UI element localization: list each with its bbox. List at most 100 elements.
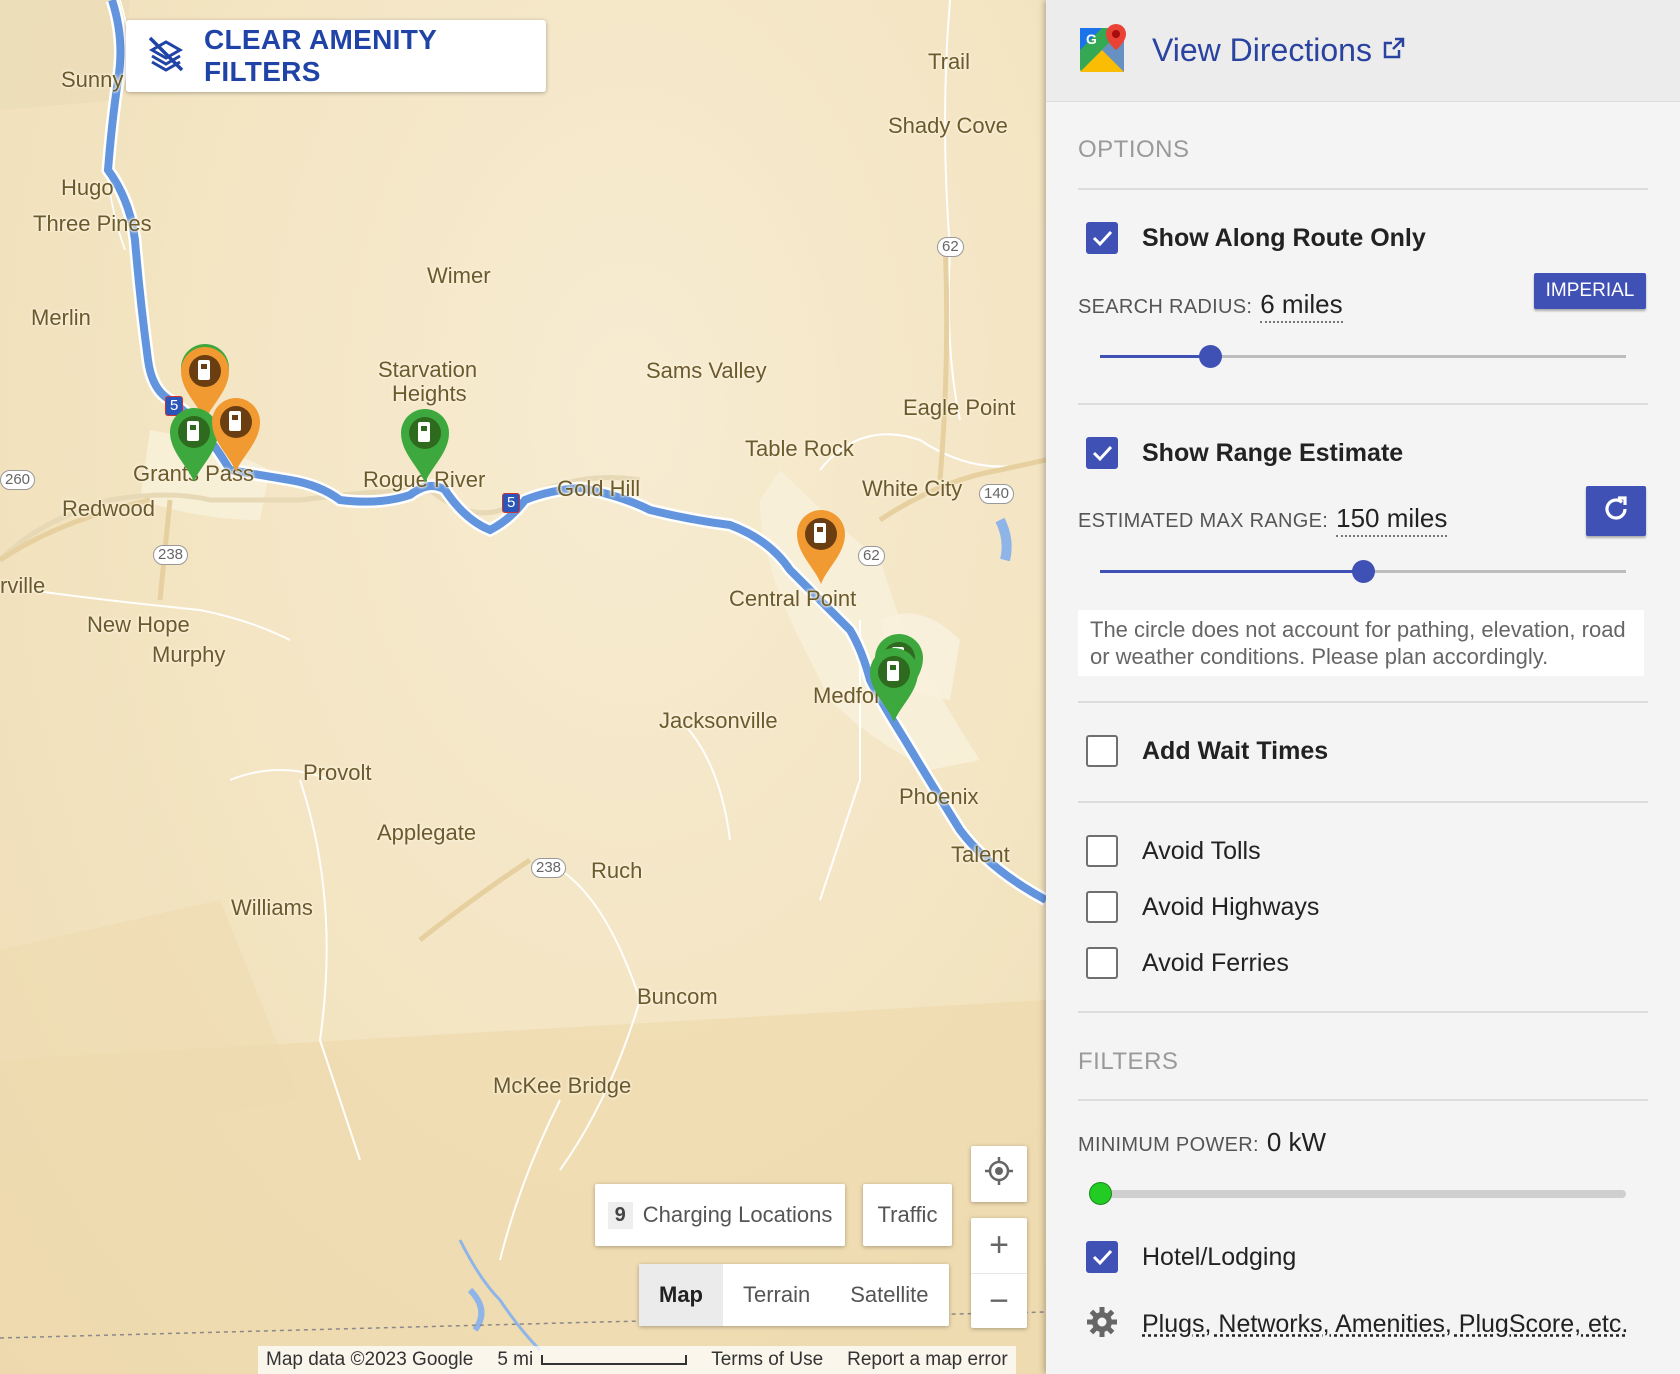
search-radius-slider[interactable]	[1100, 345, 1626, 368]
divider	[1078, 1011, 1648, 1013]
external-link-icon	[1382, 36, 1406, 65]
charging-pin-orange[interactable]	[208, 394, 264, 474]
map-type-terrain[interactable]: Terrain	[723, 1264, 830, 1326]
show-along-route-checkbox[interactable]: Show Along Route Only	[1086, 222, 1426, 254]
max-range-slider-fill	[1100, 570, 1363, 573]
map-type-map[interactable]: Map	[639, 1264, 723, 1326]
scale-bar	[541, 1355, 688, 1365]
range-disclaimer: The circle does not account for pathing,…	[1078, 610, 1644, 676]
hotel-lodging-checkbox[interactable]: Hotel/Lodging	[1086, 1241, 1296, 1273]
place-buncom: Buncom	[637, 984, 718, 1009]
avoid-tolls-label: Avoid Tolls	[1142, 836, 1261, 865]
checkbox-checked-icon	[1086, 222, 1118, 254]
units-toggle-button[interactable]: IMPERIAL	[1534, 273, 1646, 309]
charging-locations-label: Charging Locations	[642, 1202, 833, 1227]
place-provolt: Provolt	[303, 760, 372, 785]
google-maps-icon: G	[1078, 22, 1130, 79]
map-attribution: Map data ©2023 Google 5 mi Terms of Use …	[258, 1346, 1016, 1374]
show-along-route-label: Show Along Route Only	[1142, 223, 1426, 252]
place-three-pines: Three Pines	[33, 211, 152, 236]
my-location-button[interactable]	[971, 1146, 1027, 1202]
place-williams: Williams	[231, 895, 313, 920]
checkbox-unchecked-icon	[1086, 891, 1118, 923]
place-phoenix: Phoenix	[899, 784, 979, 809]
checkbox-unchecked-icon	[1086, 947, 1118, 979]
more-filters-link[interactable]: Plugs, Networks, Amenities, PlugScore, e…	[1086, 1306, 1628, 1343]
max-range-slider-handle[interactable]	[1352, 560, 1375, 583]
scale-label: 5 mi	[497, 1349, 534, 1370]
gear-icon	[1086, 1306, 1118, 1343]
place-redwood: Redwood	[62, 496, 155, 521]
filter-off-icon	[146, 34, 186, 79]
place-starvation: Starvation	[378, 357, 478, 382]
traffic-toggle[interactable]: Traffic	[863, 1184, 952, 1246]
min-power-value: 0 kW	[1266, 1127, 1327, 1157]
zoom-control: + −	[971, 1218, 1027, 1328]
place-wimer: Wimer	[427, 263, 491, 288]
filters-section-label: FILTERS	[1078, 1048, 1179, 1075]
map-type-satellite[interactable]: Satellite	[830, 1264, 948, 1326]
more-filters-label: Plugs, Networks, Amenities, PlugScore, e…	[1142, 1310, 1629, 1338]
clear-amenity-filters-label: CLEAR AMENITY FILTERS	[204, 24, 437, 87]
checkbox-checked-icon	[1086, 437, 1118, 469]
place-shady-cove: Shady Cove	[888, 113, 1008, 138]
min-power-slider-handle[interactable]	[1089, 1182, 1112, 1205]
avoid-tolls-checkbox[interactable]: Avoid Tolls	[1086, 835, 1261, 867]
max-range-value[interactable]: 150 miles	[1336, 503, 1448, 537]
view-directions-link[interactable]: G View Directions	[1046, 0, 1680, 102]
divider	[1078, 1099, 1648, 1101]
checkbox-unchecked-icon	[1086, 735, 1118, 767]
place-central-point: Central Point	[729, 586, 857, 611]
charging-pin-orange[interactable]	[793, 506, 849, 586]
charging-pin-green[interactable]	[397, 405, 453, 485]
divider	[1078, 188, 1648, 190]
search-radius-slider-handle[interactable]	[1199, 345, 1223, 368]
search-radius-readout: SEARCH RADIUS: 6 miles	[1078, 289, 1343, 323]
refresh-range-button[interactable]	[1586, 486, 1646, 536]
highway-shield: 140	[979, 484, 1015, 504]
min-power-readout: MINIMUM POWER: 0 kW	[1078, 1127, 1326, 1159]
place-sunny: Sunny	[61, 67, 124, 92]
place-mckee-bridge: McKee Bridge	[493, 1073, 632, 1098]
max-range-readout: ESTIMATED MAX RANGE: 150 miles	[1078, 503, 1448, 537]
place-ruch: Ruch	[591, 858, 643, 883]
place-gold-hill: Gold Hill	[557, 476, 641, 501]
clear-amenity-filters-button[interactable]: CLEAR AMENITY FILTERS	[126, 20, 546, 92]
show-range-estimate-label: Show Range Estimate	[1142, 438, 1404, 467]
highway-shield: 62	[858, 546, 885, 566]
zoom-in-button[interactable]: +	[971, 1218, 1027, 1273]
map-canvas[interactable]: Sunny Hugo Three Pines Merlin Wimer Star…	[0, 0, 1046, 1374]
hotel-lodging-label: Hotel/Lodging	[1142, 1242, 1297, 1271]
search-radius-slider-fill	[1100, 355, 1211, 358]
refresh-icon	[1601, 494, 1631, 529]
checkbox-checked-icon	[1086, 1241, 1118, 1273]
highway-shield: 260	[0, 470, 36, 490]
min-power-slider[interactable]	[1089, 1182, 1626, 1205]
zoom-out-button[interactable]: −	[971, 1273, 1027, 1328]
place-applegate: Applegate	[377, 820, 477, 845]
avoid-ferries-checkbox[interactable]: Avoid Ferries	[1086, 947, 1289, 979]
place-jacksonville: Jacksonville	[659, 708, 778, 733]
charging-pin-green[interactable]	[866, 644, 922, 724]
search-radius-value[interactable]: 6 miles	[1260, 289, 1343, 323]
place-sams-valley: Sams Valley	[646, 358, 767, 383]
interstate-shield: 5	[502, 493, 521, 513]
report-error-link[interactable]: Report a map error	[847, 1349, 1008, 1371]
max-range-slider[interactable]	[1100, 560, 1626, 583]
avoid-highways-checkbox[interactable]: Avoid Highways	[1086, 891, 1319, 923]
terms-link[interactable]: Terms of Use	[711, 1349, 823, 1371]
charging-count-badge: 9	[607, 1201, 633, 1229]
options-panel: G View Directions OPTIONS Show Along Rou…	[1046, 0, 1680, 1374]
place-new-hope: New Hope	[87, 612, 190, 637]
min-power-label: MINIMUM POWER:	[1078, 1134, 1259, 1156]
place-eagle-point: Eagle Point	[903, 395, 1016, 420]
place-hugo: Hugo	[61, 175, 114, 200]
checkbox-unchecked-icon	[1086, 835, 1118, 867]
add-wait-times-checkbox[interactable]: Add Wait Times	[1086, 735, 1328, 767]
add-wait-times-label: Add Wait Times	[1142, 736, 1329, 765]
show-range-estimate-checkbox[interactable]: Show Range Estimate	[1086, 437, 1403, 469]
highway-shield: 238	[153, 545, 189, 565]
charging-locations-toggle[interactable]: 9 Charging Locations	[595, 1184, 845, 1246]
place-murphy: Murphy	[152, 642, 226, 667]
search-radius-label: SEARCH RADIUS:	[1078, 296, 1253, 318]
